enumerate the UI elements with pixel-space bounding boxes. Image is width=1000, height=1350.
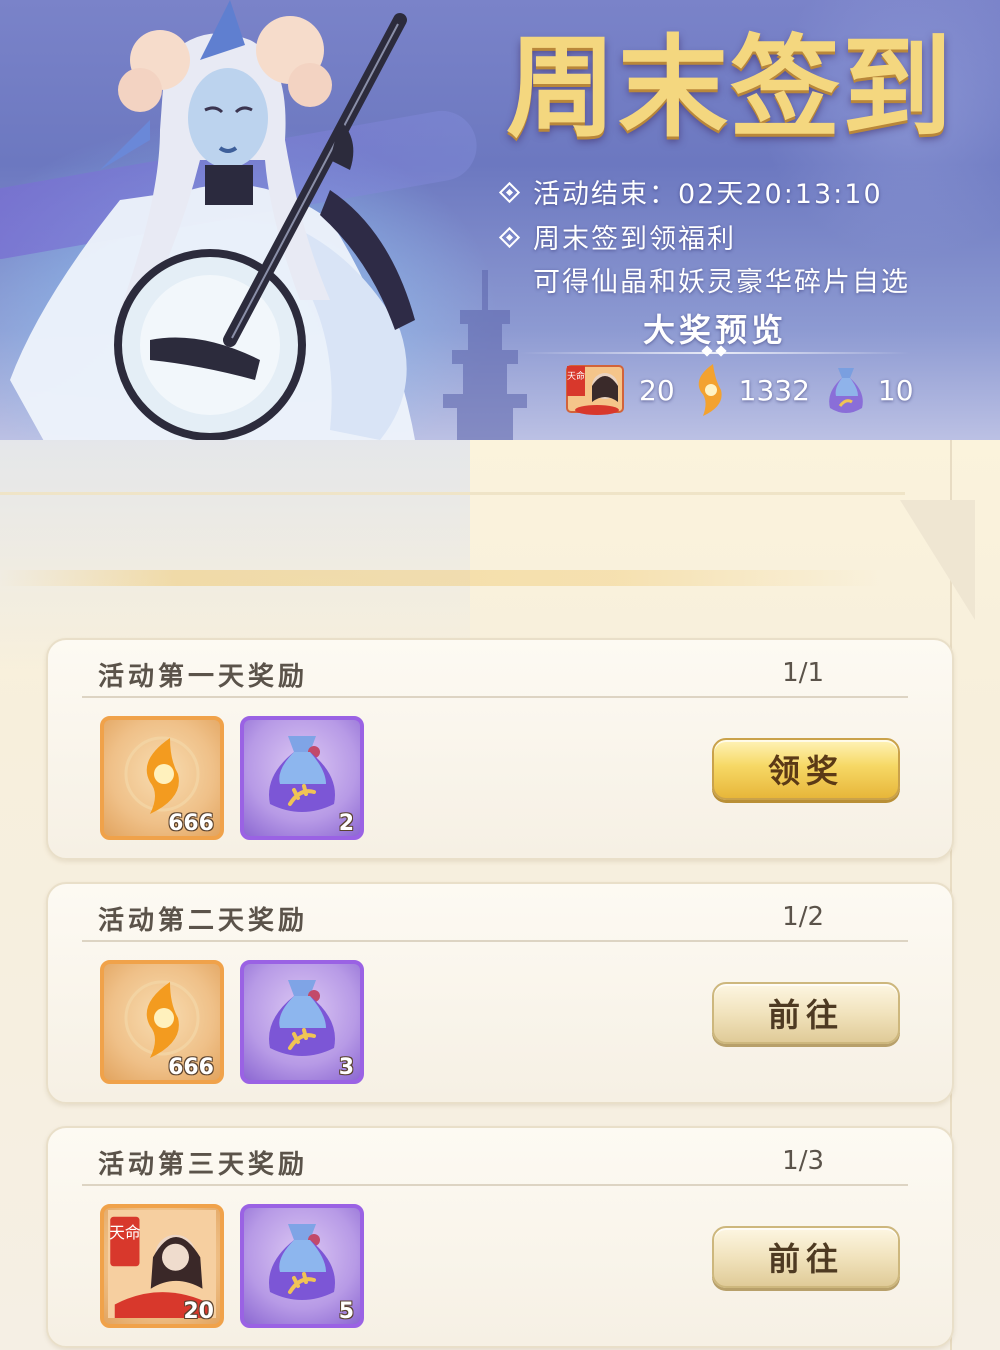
panel-top-edge <box>0 492 905 495</box>
preview-item-blessing-bag[interactable]: 10 <box>824 362 914 418</box>
description-line-2: 可得仙晶和妖灵豪华碎片自选 <box>533 267 910 298</box>
item-count: 20 <box>183 1299 214 1324</box>
reward-card-day-2: 活动第二天奖励 1/2 666 3 前往 <box>46 882 954 1104</box>
item-count: 666 <box>168 1055 214 1080</box>
spirit-crystal-icon <box>124 736 200 814</box>
reward-card-day-1: 活动第一天奖励 1/1 666 2 领奖 <box>46 638 954 860</box>
countdown-row: 活动结束：02天20:13:10 <box>498 172 883 211</box>
card-divider <box>82 940 908 942</box>
gold-stripe <box>0 570 880 586</box>
preview-item-spirit-crystal[interactable]: 1332 <box>689 362 810 418</box>
blessing-bag-icon <box>269 980 335 1056</box>
character-illustration <box>10 0 420 470</box>
item-count: 3 <box>338 1055 354 1080</box>
event-banner: 周末签到 活动结束：02天20:13:10 周末签到领福利 可得仙晶和妖灵豪华碎… <box>0 0 1000 470</box>
svg-text:天命: 天命 <box>567 370 585 382</box>
reward-item-blessing-bag[interactable]: 2 <box>240 716 364 840</box>
item-count: 2 <box>338 811 354 836</box>
reward-item-spirit-crystal[interactable]: 666 <box>100 716 224 840</box>
preview-item-hero-card[interactable]: 天命 20 <box>565 362 675 418</box>
event-title: 周末签到 <box>506 23 954 152</box>
reward-progress: 1/3 <box>782 1146 824 1176</box>
blessing-bag-icon <box>829 368 863 413</box>
go-button[interactable]: 前往 <box>712 982 900 1044</box>
spirit-crystal-icon <box>698 364 722 416</box>
diamond-bullet-icon <box>498 181 521 204</box>
reward-item-spirit-crystal[interactable]: 666 <box>100 960 224 1084</box>
paper-fold-corner <box>900 500 975 620</box>
reward-card-day-3: 活动第三天奖励 1/3 天命 20 5 前往 <box>46 1126 954 1348</box>
spirit-crystal-icon <box>124 980 200 1058</box>
grand-prize-preview-title: 大奖预览 <box>642 311 787 349</box>
reward-title: 活动第二天奖励 <box>98 906 309 936</box>
diamond-bullet-icon <box>498 226 521 249</box>
reward-item-hero-card[interactable]: 天命 20 <box>100 1204 224 1328</box>
panel-wash <box>0 440 470 670</box>
go-button[interactable]: 前往 <box>712 1226 900 1288</box>
countdown-label: 活动结束： <box>533 179 678 210</box>
preview-blessing-bag-count: 10 <box>877 373 914 407</box>
reward-item-blessing-bag[interactable]: 5 <box>240 1204 364 1328</box>
reward-title: 活动第三天奖励 <box>98 1150 309 1180</box>
preview-spirit-crystal-count: 1332 <box>738 373 810 407</box>
blessing-bag-icon <box>269 736 335 812</box>
item-count: 5 <box>338 1299 354 1324</box>
hero-card-icon: 天命 <box>566 365 624 415</box>
preview-divider <box>520 345 910 357</box>
item-count: 666 <box>168 811 214 836</box>
reward-item-blessing-bag[interactable]: 3 <box>240 960 364 1084</box>
reward-title: 活动第一天奖励 <box>98 662 309 692</box>
card-divider <box>82 1184 908 1186</box>
countdown-timer: 02天20:13:10 <box>678 179 883 210</box>
svg-text:天命: 天命 <box>109 1223 141 1242</box>
preview-hero-card-count: 20 <box>639 373 675 407</box>
description-line-1: 周末签到领福利 <box>533 224 736 255</box>
card-divider <box>82 696 908 698</box>
blessing-bag-icon <box>269 1224 335 1300</box>
claim-button[interactable]: 领奖 <box>712 738 900 800</box>
grand-prize-items: 天命 20 1332 10 <box>565 362 928 418</box>
reward-progress: 1/1 <box>782 658 824 688</box>
reward-progress: 1/2 <box>782 902 824 932</box>
description-row: 周末签到领福利 <box>498 217 736 256</box>
